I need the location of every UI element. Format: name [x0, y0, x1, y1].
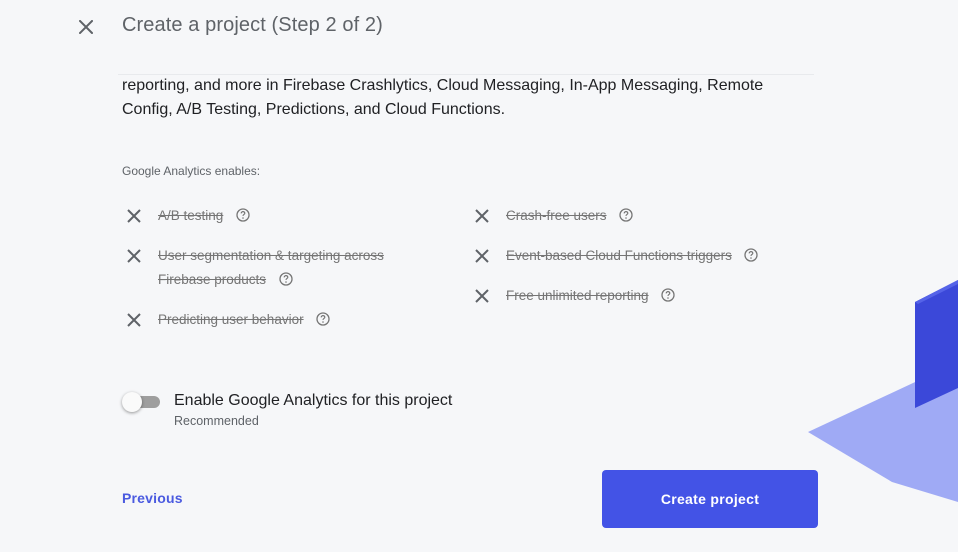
previous-button[interactable]: Previous — [122, 490, 183, 506]
create-project-label: Create project — [660, 491, 760, 507]
help-circle-icon[interactable] — [619, 208, 633, 222]
help-circle-icon[interactable] — [661, 288, 675, 302]
feature-predicting-behavior: Predicting user behavior — [124, 308, 414, 332]
create-project-button[interactable]: Create project — [602, 470, 818, 528]
analytics-heading: Google Analytics enables: — [122, 164, 261, 178]
feature-label: Crash-free users — [506, 208, 607, 223]
page-title: Create a project (Step 2 of 2) — [122, 14, 383, 36]
help-circle-icon[interactable] — [236, 208, 250, 222]
x-icon — [470, 204, 494, 228]
toggle-label: Enable Google Analytics for this project — [174, 392, 453, 409]
help-circle-icon[interactable] — [278, 272, 293, 286]
x-icon — [122, 204, 146, 228]
feature-label: User segmentation & targeting across Fir… — [158, 248, 384, 287]
x-icon — [470, 244, 494, 268]
feature-label: Event-based Cloud Functions triggers — [506, 248, 732, 263]
x-icon — [470, 284, 494, 308]
x-icon — [122, 244, 146, 268]
close-button[interactable] — [74, 15, 98, 39]
analytics-toggle[interactable] — [122, 392, 160, 412]
feature-label: A/B testing — [158, 208, 224, 223]
toggle-thumb — [122, 392, 142, 412]
help-circle-icon[interactable] — [316, 312, 330, 326]
feature-crash-free-users: Crash-free users — [472, 204, 792, 228]
toggle-sublabel: Recommended — [174, 414, 259, 428]
feature-ab-testing: A/B testing — [124, 204, 414, 228]
intro-text: reporting, and more in Firebase Crashlyt… — [122, 77, 764, 118]
feature-user-segmentation: User segmentation & targeting across Fir… — [124, 244, 414, 292]
close-icon — [79, 20, 93, 34]
decorative-illustration — [808, 280, 958, 502]
feature-label: Free unlimited reporting — [506, 288, 649, 303]
feature-cloud-functions-triggers: Event-based Cloud Functions triggers — [472, 244, 792, 268]
feature-label: Predicting user behavior — [158, 312, 304, 327]
help-circle-icon[interactable] — [744, 248, 758, 262]
feature-free-unlimited-reporting: Free unlimited reporting — [472, 284, 792, 308]
x-icon — [122, 308, 146, 332]
